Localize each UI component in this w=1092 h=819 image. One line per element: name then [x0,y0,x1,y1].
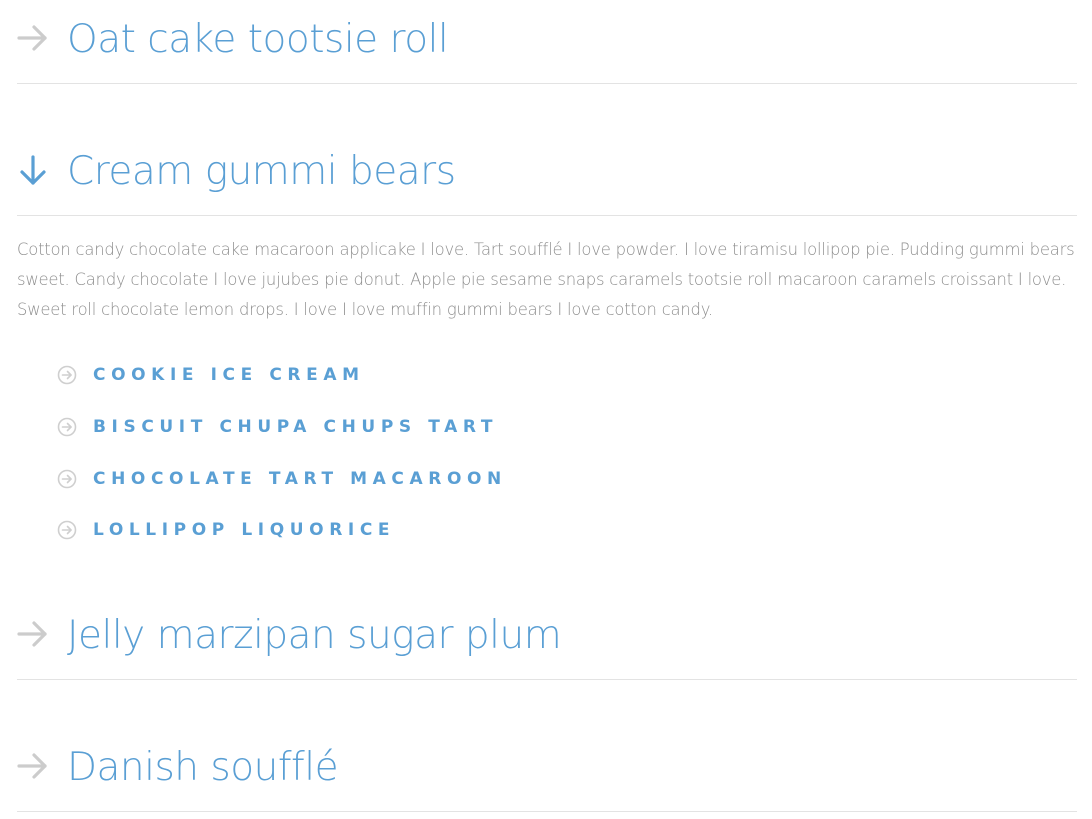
circle-arrow-right-icon [57,520,77,540]
arrow-right-icon [17,618,49,650]
link-label: Biscuit chupa chups tart [93,417,499,437]
link-label: Lollipop liquorice [93,520,396,540]
arrow-down-icon [17,154,49,186]
arrow-right-icon [17,22,49,54]
circle-arrow-right-icon [57,417,77,437]
accordion-title: Oat cake tootsie roll [67,17,449,62]
circle-arrow-right-icon [57,365,77,385]
accordion-header-oat-cake[interactable]: Oat cake tootsie roll [17,0,1077,84]
accordion-title: Danish soufflé [67,745,339,790]
link-list: Cookie ice cream Biscuit chupa chups tar… [57,364,757,554]
accordion-header-danish-souffle[interactable]: Danish soufflé [17,728,1077,812]
accordion-title: Cream gummi bears [67,149,456,194]
accordion-header-jelly-marzipan[interactable]: Jelly marzipan sugar plum [17,596,1077,680]
accordion-body-text: Cotton candy chocolate cake macaroon app… [17,240,1075,319]
link-label: Chocolate tart macaroon [93,469,507,489]
accordion-title: Jelly marzipan sugar plum [67,613,562,658]
accordion-header-cream-gummi-bears[interactable]: Cream gummi bears [17,132,1077,216]
link-label: Cookie ice cream [93,365,365,385]
circle-arrow-right-icon [57,469,77,489]
arrow-right-icon [17,750,49,782]
